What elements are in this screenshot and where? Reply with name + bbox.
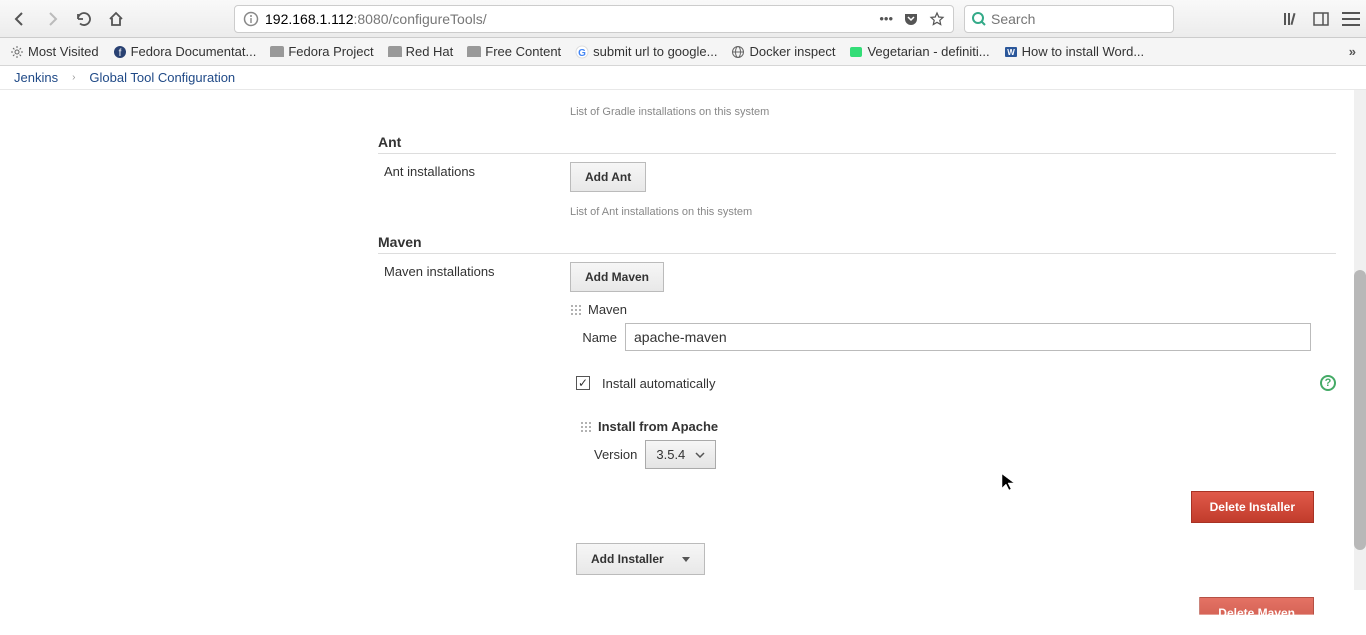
url-text: 192.168.1.112:8080/configureTools/ xyxy=(265,11,873,27)
bookmark-label: Fedora Documentat... xyxy=(131,44,257,59)
bookmark-vegetarian[interactable]: Vegetarian - definiti... xyxy=(849,44,989,59)
installer-header: Install from Apache xyxy=(580,419,1336,434)
pocket-icon[interactable] xyxy=(903,11,919,27)
add-installer-button[interactable]: Add Installer xyxy=(576,543,705,575)
bookmark-free-content[interactable]: Free Content xyxy=(467,44,561,59)
bookmark-docker[interactable]: Docker inspect xyxy=(731,44,835,59)
scrollbar-thumb[interactable] xyxy=(1354,270,1366,550)
bookmark-redhat[interactable]: Red Hat xyxy=(388,44,454,59)
bookmark-label: Fedora Project xyxy=(288,44,373,59)
forward-button[interactable] xyxy=(38,5,66,33)
bookmark-label: Free Content xyxy=(485,44,561,59)
search-input[interactable] xyxy=(991,11,1167,27)
maven-installations-label: Maven installations xyxy=(378,262,570,279)
library-icon[interactable] xyxy=(1282,10,1300,28)
delete-installer-button[interactable]: Delete Installer xyxy=(1191,491,1314,523)
bookmark-label: Most Visited xyxy=(28,44,99,59)
divider xyxy=(378,253,1336,254)
bookmark-word[interactable]: W How to install Word... xyxy=(1004,44,1145,59)
info-icon xyxy=(243,11,259,27)
breadcrumb-jenkins[interactable]: Jenkins xyxy=(14,70,58,85)
add-ant-button[interactable]: Add Ant xyxy=(570,162,646,192)
install-auto-label: Install automatically xyxy=(602,376,715,391)
bookmark-label: Vegetarian - definiti... xyxy=(867,44,989,59)
browser-toolbar: 192.168.1.112:8080/configureTools/ ••• xyxy=(0,0,1366,38)
install-auto-checkbox[interactable] xyxy=(576,376,590,390)
ant-heading: Ant xyxy=(378,134,1336,150)
main-content: List of Gradle installations on this sys… xyxy=(0,90,1366,635)
breadcrumb: Jenkins › Global Tool Configuration xyxy=(0,66,1366,90)
svg-text:G: G xyxy=(578,48,586,59)
bookmark-most-visited[interactable]: Most Visited xyxy=(10,44,99,59)
name-label: Name xyxy=(580,330,625,345)
divider xyxy=(378,153,1336,154)
overflow-chevron-icon[interactable]: » xyxy=(1349,44,1356,59)
delete-maven-button[interactable]: Delete Maven xyxy=(1199,597,1314,629)
globe-icon xyxy=(731,45,745,59)
search-engine-icon xyxy=(971,11,987,27)
ant-installations-label: Ant installations xyxy=(378,162,570,179)
grip-icon[interactable] xyxy=(570,304,582,316)
folder-icon xyxy=(467,46,481,57)
maven-heading: Maven xyxy=(378,234,1336,250)
sidebar-icon[interactable] xyxy=(1312,10,1330,28)
add-maven-button[interactable]: Add Maven xyxy=(570,262,664,292)
bookmark-fedora-doc[interactable]: f Fedora Documentat... xyxy=(113,44,257,59)
home-button[interactable] xyxy=(102,5,130,33)
gear-icon xyxy=(10,45,24,59)
svg-text:f: f xyxy=(118,48,121,59)
reload-button[interactable] xyxy=(70,5,98,33)
bookmark-google-submit[interactable]: G submit url to google... xyxy=(575,44,717,59)
maven-name-input[interactable] xyxy=(625,323,1311,351)
folder-icon xyxy=(388,46,402,57)
scrollbar[interactable] xyxy=(1354,90,1366,590)
version-select[interactable]: 3.5.4 xyxy=(645,440,716,469)
help-icon[interactable]: ? xyxy=(1320,375,1336,391)
bookmarks-bar: Most Visited f Fedora Documentat... Fedo… xyxy=(0,38,1366,66)
dict-icon xyxy=(849,45,863,59)
menu-button[interactable] xyxy=(1342,12,1360,26)
bookmark-label: How to install Word... xyxy=(1022,44,1145,59)
grip-icon[interactable] xyxy=(580,421,592,433)
back-button[interactable] xyxy=(6,5,34,33)
chevron-right-icon: › xyxy=(72,72,75,83)
fedora-icon: f xyxy=(113,45,127,59)
more-icon[interactable]: ••• xyxy=(879,11,893,26)
maven-block-title: Maven xyxy=(570,302,1336,317)
bookmark-label: Docker inspect xyxy=(749,44,835,59)
folder-icon xyxy=(270,46,284,57)
google-icon: G xyxy=(575,45,589,59)
word-icon: W xyxy=(1004,45,1018,59)
version-label: Version xyxy=(594,447,637,462)
bookmark-fedora-project[interactable]: Fedora Project xyxy=(270,44,373,59)
breadcrumb-global-tool[interactable]: Global Tool Configuration xyxy=(89,70,235,85)
star-icon[interactable] xyxy=(929,11,945,27)
bookmark-label: Red Hat xyxy=(406,44,454,59)
caret-down-icon xyxy=(682,557,690,562)
ant-hint: List of Ant installations on this system xyxy=(570,206,1336,218)
chevron-down-icon xyxy=(695,452,705,458)
gradle-hint: List of Gradle installations on this sys… xyxy=(570,106,1336,118)
svg-text:W: W xyxy=(1007,48,1015,57)
search-box[interactable] xyxy=(964,5,1174,33)
bookmark-label: submit url to google... xyxy=(593,44,717,59)
url-bar[interactable]: 192.168.1.112:8080/configureTools/ ••• xyxy=(234,5,954,33)
